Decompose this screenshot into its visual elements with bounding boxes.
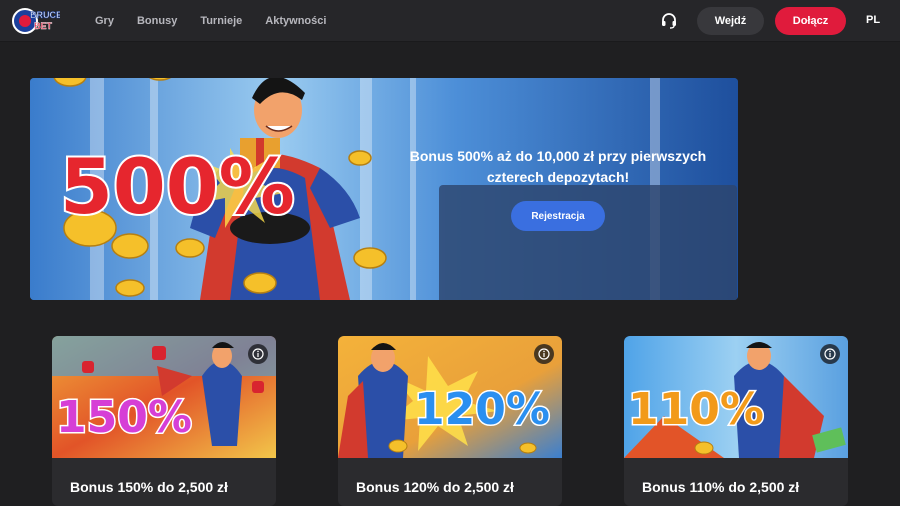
svg-text:BET: BET bbox=[34, 21, 53, 31]
hero-banner[interactable]: 500% bbox=[30, 78, 738, 300]
nav-item-activities[interactable]: Aktywności bbox=[265, 15, 326, 27]
bonus-card-image: 150% bbox=[52, 336, 276, 458]
card-art-text: 150% bbox=[56, 392, 192, 443]
brand-logo[interactable]: BRUCE BET bbox=[12, 6, 60, 36]
bonus-card-image: 120% bbox=[338, 336, 562, 458]
bonus-card-120[interactable]: 120% Bonus 120% do 2,500 zł bbox=[338, 336, 562, 506]
headset-icon[interactable] bbox=[660, 12, 678, 30]
login-button[interactable]: Wejdź bbox=[697, 7, 764, 35]
join-button[interactable]: Dołącz bbox=[775, 7, 846, 35]
bonus-card-110[interactable]: 110% Bonus 110% do 2,500 zł bbox=[624, 336, 848, 506]
main-nav: Gry Bonusy Turnieje Aktywności bbox=[95, 0, 349, 42]
language-selector[interactable]: PL bbox=[866, 14, 880, 26]
card-art-text: 110% bbox=[628, 384, 764, 435]
bonus-card-title: Bonus 120% do 2,500 zł bbox=[356, 479, 514, 495]
hero-description: Bonus 500% aż do 10,000 zł przy pierwszy… bbox=[409, 148, 707, 185]
info-icon[interactable] bbox=[534, 344, 554, 364]
bonus-card-title: Bonus 110% do 2,500 zł bbox=[642, 479, 800, 495]
bonus-card-150[interactable]: 150% Bonus 150% do 2,500 zł bbox=[52, 336, 276, 506]
info-icon[interactable] bbox=[820, 344, 840, 364]
info-icon[interactable] bbox=[248, 344, 268, 364]
nav-item-tournaments[interactable]: Turnieje bbox=[200, 15, 242, 27]
svg-text:BRUCE: BRUCE bbox=[30, 10, 60, 20]
card-art-text: 120% bbox=[414, 384, 550, 435]
hero-big-text: 500% bbox=[60, 142, 295, 231]
nav-item-games[interactable]: Gry bbox=[95, 15, 114, 27]
nav-item-bonuses[interactable]: Bonusy bbox=[137, 15, 177, 27]
bonus-card-title: Bonus 150% do 2,500 zł bbox=[70, 479, 228, 495]
bonus-card-image: 110% bbox=[624, 336, 848, 458]
register-button[interactable]: Rejestracja bbox=[511, 201, 605, 231]
top-header: BRUCE BET Gry Bonusy Turnieje Aktywności… bbox=[0, 0, 900, 42]
